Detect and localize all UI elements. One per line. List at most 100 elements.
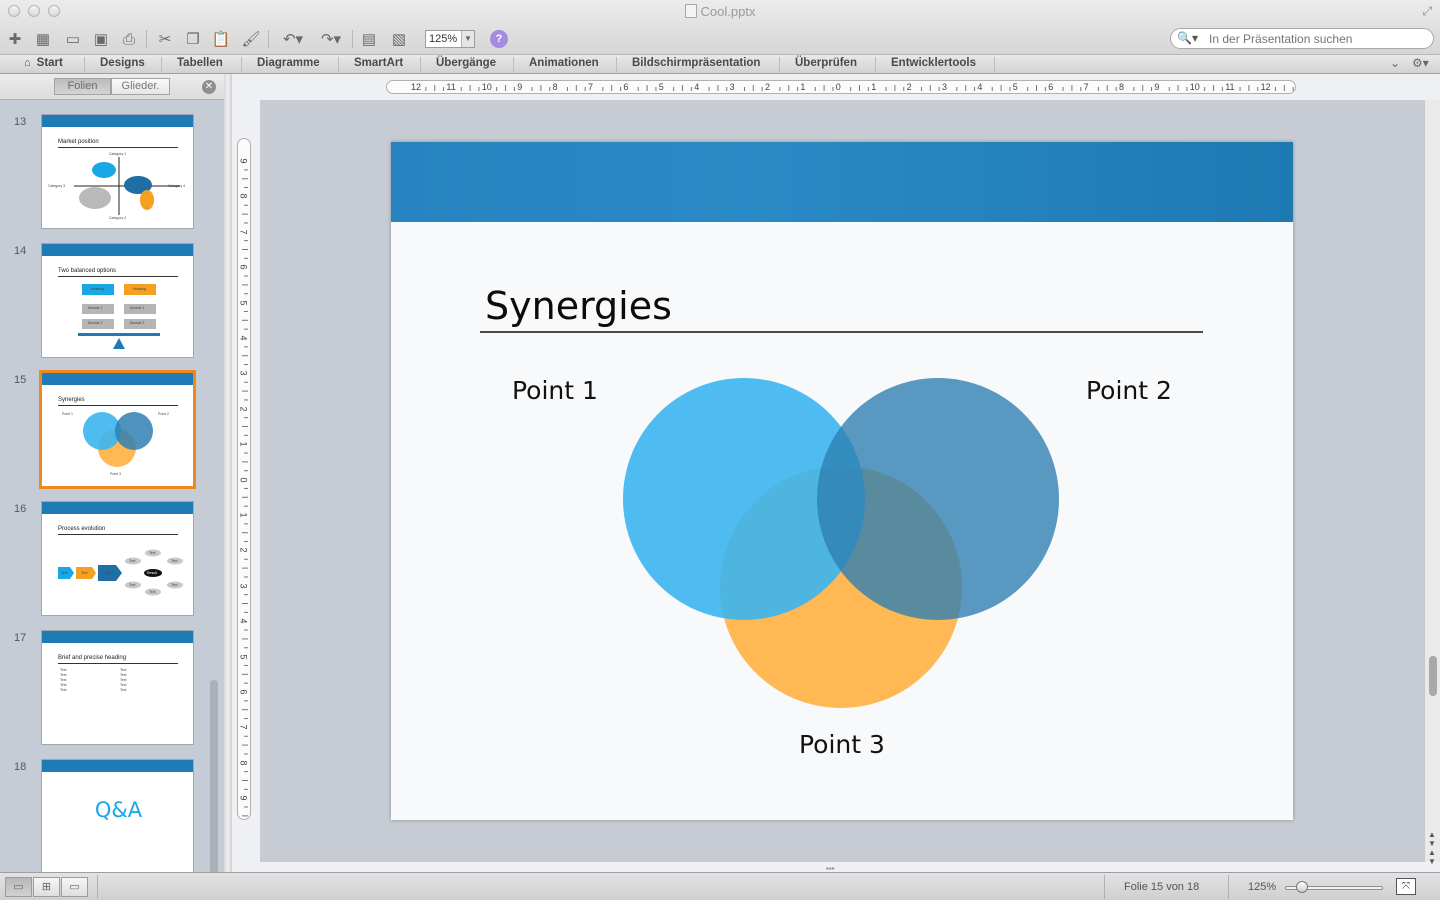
tab-animationen[interactable]: Animationen (529, 57, 599, 73)
window-title: Cool.pptx (0, 4, 1440, 19)
thumb-label: Category 4 (168, 184, 186, 188)
format-painter-icon[interactable]: 🖌 (240, 28, 262, 50)
ruler-label: 3 (729, 82, 735, 92)
vertical-scrollbar[interactable]: ▲ ▼ ▲ ▼ (1424, 100, 1440, 866)
tab-start[interactable]: ⌂ Start (24, 57, 63, 73)
standard-toolbar: ✚ ▦ ▭ ▣ ⎙ ✂ ❐ 📋 🖌 ↶▾ ↷▾ ▤ ▧ 125% ▼ ? 🔍▾ (0, 24, 1440, 54)
save-icon[interactable]: ▣ (90, 28, 112, 50)
ruler-label: 2 (238, 406, 249, 412)
thumb-label: Category 3 (48, 184, 66, 188)
ruler-label: 6 (238, 689, 249, 695)
tab-ueberpruefen[interactable]: Überprüfen (795, 57, 857, 73)
thumb-label: Module 1 (130, 306, 145, 310)
redo-icon[interactable]: ↷▾ (314, 28, 348, 50)
tab-divider (779, 57, 780, 72)
close-pane-icon[interactable]: ✕ (202, 80, 216, 94)
point-3-label[interactable]: Point 3 (799, 730, 885, 759)
open-icon[interactable]: ▭ (62, 28, 84, 50)
thumb-bullet: Text (120, 673, 127, 677)
new-presentation-icon[interactable]: ✚ (4, 28, 26, 50)
gallery-icon[interactable]: ▦ (32, 28, 54, 50)
tab-designs[interactable]: Designs (100, 57, 145, 73)
cut-icon[interactable]: ✂ (154, 28, 176, 50)
tab-uebergaenge[interactable]: Übergänge (436, 57, 496, 73)
undo-icon[interactable]: ↶▾ (276, 28, 310, 50)
fullscreen-icon[interactable]: ⤢ (1422, 4, 1432, 19)
tab-tabellen[interactable]: Tabellen (177, 57, 223, 73)
ruler-label: 5 (238, 654, 249, 660)
venn-circle-point-2[interactable] (817, 378, 1059, 620)
tab-smartart[interactable]: SmartArt (354, 57, 403, 73)
ruler-label: 4 (238, 618, 249, 624)
home-icon: ⌂ (24, 57, 31, 69)
ruler-label: 8 (1119, 82, 1125, 92)
ruler-label: 10 (481, 82, 492, 92)
point-2-label[interactable]: Point 2 (1086, 376, 1172, 405)
normal-view-button[interactable]: ▭ (5, 877, 32, 897)
ruler-label: 8 (552, 82, 558, 92)
ruler-label: 6 (1048, 82, 1054, 92)
thumb-label: Module 2 (130, 321, 145, 325)
slides-pane-scrollbar[interactable] (210, 680, 218, 896)
tab-diagramme[interactable]: Diagramme (257, 57, 320, 73)
scrollbar-thumb[interactable] (1429, 656, 1437, 696)
ruler-label: 11 (1225, 82, 1235, 92)
zoom-slider-handle[interactable] (1296, 881, 1308, 893)
slide-number: 17 (14, 632, 27, 644)
copy-icon[interactable]: ❐ (182, 28, 204, 50)
slide-thumbnail-13[interactable]: Market position Category 1 Category 2 Ca… (41, 114, 194, 229)
zoom-select[interactable]: 125% ▼ (425, 30, 475, 48)
ruler-label: 11 (446, 82, 456, 92)
ruler-label: 1 (800, 82, 806, 92)
slide-layout-icon[interactable]: ▤ (358, 28, 380, 50)
point-1-label[interactable]: Point 1 (512, 376, 598, 405)
tab-folien[interactable]: Folien (54, 78, 111, 95)
help-icon[interactable]: ? (490, 30, 508, 48)
print-icon[interactable]: ⎙ (118, 28, 140, 50)
toolbar-separator (146, 30, 147, 48)
tab-divider (241, 57, 242, 72)
slide-thumb-title: Brief and precise heading (58, 655, 127, 661)
ruler-label: 7 (1083, 82, 1089, 92)
ruler-label: 12 (411, 82, 422, 92)
paste-icon[interactable]: 📋 (210, 28, 232, 50)
tab-divider (875, 57, 876, 72)
thumb-bullet: Text (120, 678, 127, 682)
search-input[interactable] (1209, 31, 1427, 46)
collapse-ribbon-icon[interactable]: ⌄ (1390, 56, 1400, 70)
gear-icon[interactable]: ⚙▾ (1412, 56, 1429, 70)
qa-text: Q&A (94, 798, 143, 822)
tab-bildschirmpraesentation[interactable]: Bildschirmpräsentation (632, 57, 760, 73)
slide-thumbnail-16[interactable]: Process evolution Text Text Text Result … (41, 501, 194, 616)
slide-header-band (42, 760, 193, 772)
pane-splitter[interactable] (224, 74, 232, 872)
current-slide[interactable]: Synergies Point 1 Point 2 Point 3 (391, 142, 1293, 820)
thumb-label: Result (147, 571, 157, 575)
slide-sorter-view-button[interactable]: ⊞ (33, 877, 60, 897)
venn-diagram (623, 378, 1059, 708)
chevron-down-icon[interactable]: ▼ (461, 31, 474, 47)
slideshow-icon[interactable]: ▧ (388, 28, 410, 50)
status-divider (1228, 875, 1229, 899)
tab-gliederung[interactable]: Glieder. (111, 78, 170, 95)
slide-thumbnail-17[interactable]: Brief and precise heading Text Text Text… (41, 630, 194, 745)
slide-counter: Folie 15 von 18 (1124, 881, 1200, 893)
thumb-bullet: Text (120, 668, 127, 672)
thumb-bullet: Text (60, 673, 67, 677)
scroll-arrows-icon[interactable]: ▲ ▼ ▲ ▼ (1428, 830, 1436, 866)
slide-thumbnail-18[interactable]: Q&A (41, 759, 194, 872)
search-icon[interactable]: 🔍▾ (1177, 31, 1198, 45)
slideshow-view-button[interactable]: ▭ (61, 877, 88, 897)
slide-thumbnail-14[interactable]: Two balanced options Heading Heading Mod… (41, 243, 194, 358)
fit-to-window-icon[interactable]: ⤧ (1396, 878, 1416, 895)
slide-thumbnail-15[interactable]: Synergies Point 1 Point 2 Point 3 (39, 370, 196, 489)
search-box[interactable]: 🔍▾ (1170, 28, 1434, 49)
tab-entwicklertools[interactable]: Entwicklertools (891, 57, 976, 73)
thumb-label: Text (104, 571, 111, 575)
ruler-label: 2 (765, 82, 771, 92)
ruler-label: 7 (238, 724, 249, 730)
slide-number: 16 (14, 503, 27, 515)
synergies-venn-thumbnail (83, 412, 153, 467)
tab-divider (420, 57, 421, 72)
ruler-label: 1 (238, 512, 249, 518)
